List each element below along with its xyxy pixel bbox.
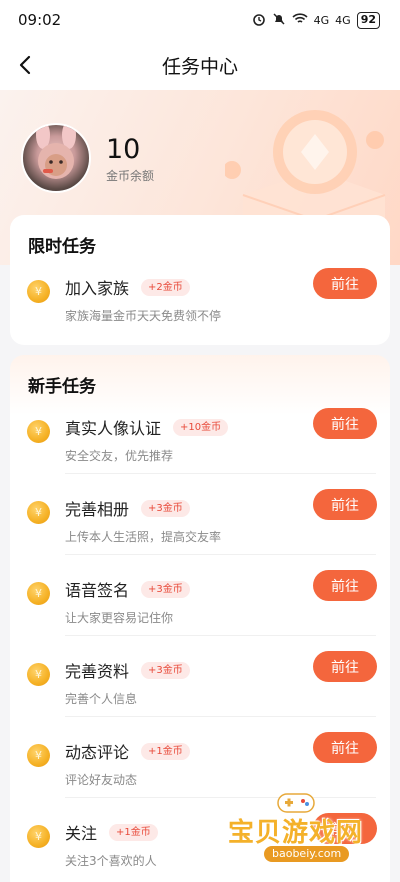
back-button[interactable]	[10, 50, 40, 80]
task-desc: 让大家更容易记住你	[65, 611, 174, 625]
wifi-icon	[292, 12, 308, 28]
go-button[interactable]: 前往	[313, 408, 377, 439]
mute-icon	[272, 12, 286, 29]
task-name: 动态评论	[65, 743, 130, 762]
task-desc: 家族海量金币天天免费领不停	[65, 309, 222, 323]
task-desc: 关注3个喜欢的人	[65, 854, 157, 868]
watermark-url: baobeiy.com	[264, 846, 350, 862]
task-name: 关注	[65, 824, 98, 843]
signal-icon: 4G	[313, 13, 330, 27]
section-title-limited: 限时任务	[28, 237, 96, 257]
section-title-newbie: 新手任务	[28, 377, 96, 397]
task-reward-badge: +2金币	[141, 279, 190, 296]
coin-icon: ¥	[27, 501, 50, 524]
status-time: 09:02	[18, 11, 62, 29]
divider	[65, 554, 376, 555]
coin-icon: ¥	[27, 663, 50, 686]
task-name: 完善资料	[65, 662, 130, 681]
task-name: 语音签名	[65, 581, 130, 600]
signal-icon-2: 4G	[335, 13, 351, 27]
task-desc: 安全交友，优先推荐	[65, 449, 174, 463]
task-reward-badge: +3金币	[141, 581, 190, 598]
divider	[65, 716, 376, 717]
task-name: 真实人像认证	[65, 419, 162, 438]
task-name: 加入家族	[65, 279, 130, 298]
watermark-text: 宝贝游戏网	[228, 818, 364, 848]
coin-icon: ¥	[27, 744, 50, 767]
coin-balance-label: 金币余额	[106, 169, 155, 183]
avatar-photo	[36, 125, 76, 179]
site-watermark: 宝贝游戏网 baobeiy.com	[222, 790, 394, 870]
go-button[interactable]: 前往	[313, 489, 377, 520]
coin-icon: ¥	[27, 420, 50, 443]
nav-bar: 任务中心	[0, 40, 400, 90]
divider	[65, 473, 376, 474]
coin-icon: ¥	[27, 280, 50, 303]
battery-icon: 92	[356, 11, 380, 29]
task-reward-badge: +3金币	[141, 662, 190, 679]
go-button[interactable]: 前往	[313, 570, 377, 601]
task-desc: 完善个人信息	[65, 692, 138, 706]
task-desc: 上传本人生活照，提高交友率	[65, 530, 222, 544]
task-item-join-family: ¥ 加入家族 +2金币 家族海量金币天天免费领不停 前往	[10, 265, 390, 345]
divider	[65, 635, 376, 636]
user-avatar[interactable]	[21, 123, 91, 193]
alarm-icon	[252, 12, 266, 29]
status-icons: 4G 4G 92	[252, 11, 380, 29]
limited-tasks-card: 限时任务 ¥ 加入家族 +2金币 家族海量金币天天免费领不停 前往	[10, 215, 390, 345]
coin-icon: ¥	[27, 825, 50, 848]
task-reward-badge: +1金币	[141, 743, 190, 760]
coin-icon: ¥	[27, 582, 50, 605]
go-button[interactable]: 前往	[313, 268, 377, 299]
task-name: 完善相册	[65, 500, 130, 519]
go-button[interactable]: 前往	[313, 732, 377, 763]
go-button[interactable]: 前往	[313, 651, 377, 682]
task-desc: 评论好友动态	[65, 773, 138, 787]
task-reward-badge: +3金币	[141, 500, 190, 517]
status-bar: 09:02 4G 4G 92	[0, 0, 400, 40]
task-reward-badge: +10金币	[173, 419, 229, 436]
task-reward-badge: +1金币	[109, 824, 158, 841]
chevron-left-icon	[19, 55, 31, 75]
page-title: 任务中心	[161, 55, 238, 78]
coin-balance: 10	[106, 134, 141, 165]
